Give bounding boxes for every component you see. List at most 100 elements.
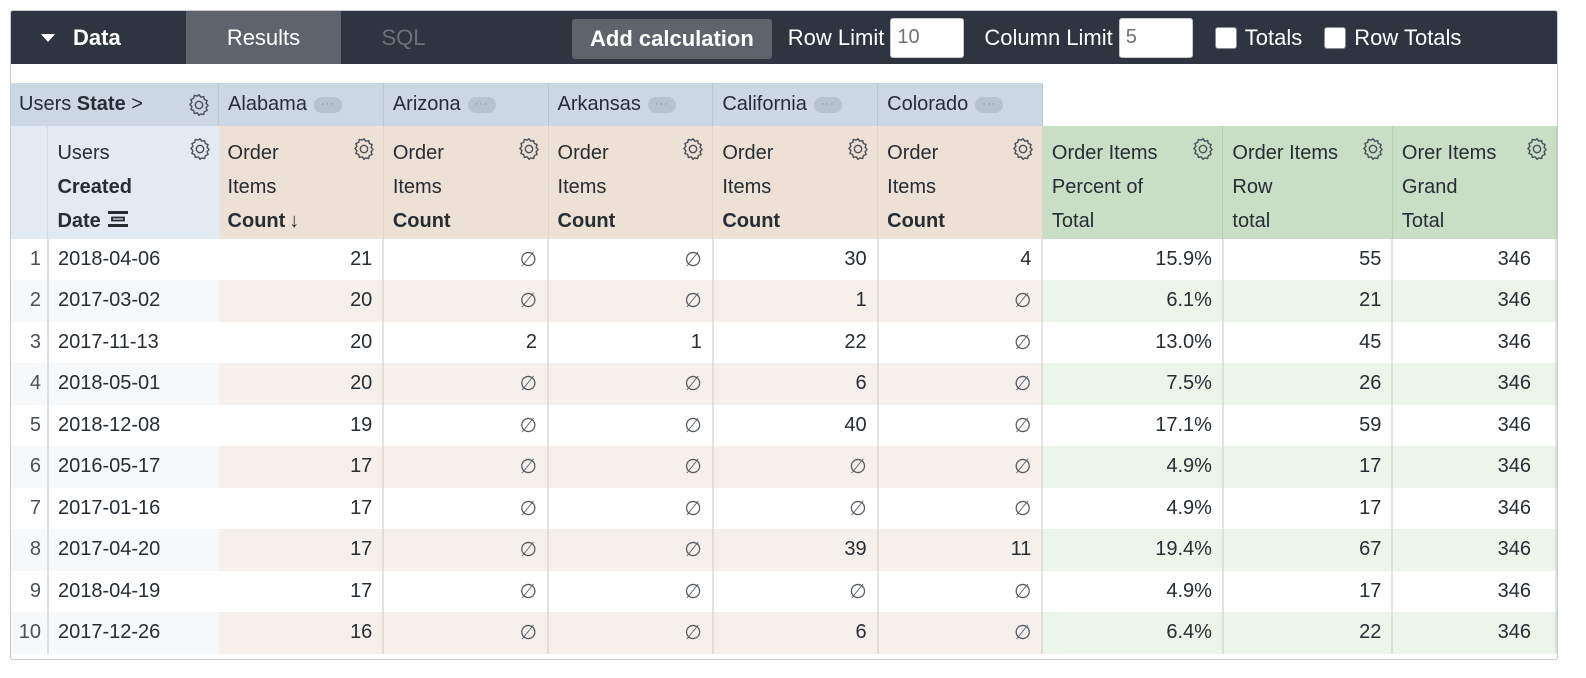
row-total-cell[interactable]: 17 (1222, 570, 1394, 613)
gear-icon[interactable] (1010, 136, 1036, 162)
created-date-cell[interactable]: 2018-12-08 (47, 404, 219, 447)
totals-checkbox-box[interactable] (1214, 26, 1237, 49)
pivot-icon[interactable] (107, 205, 129, 239)
more-options-icon[interactable]: ··· (647, 96, 676, 113)
order-count-cell[interactable]: 22 (712, 321, 879, 364)
more-options-icon[interactable]: ··· (975, 96, 1004, 113)
pivot-value-arkansas[interactable]: Arkansas ··· (548, 83, 714, 126)
column-header-grand-total[interactable]: Orer Items Grand Total (1392, 126, 1557, 239)
pivot-value-colorado[interactable]: Colorado ··· (877, 83, 1043, 126)
gear-icon[interactable] (516, 136, 542, 162)
percent-of-total-cell[interactable]: 4.9% (1042, 487, 1224, 530)
order-count-cell[interactable]: 17 (218, 487, 385, 530)
null-cell[interactable]: ∅ (712, 446, 879, 488)
null-cell[interactable]: ∅ (383, 446, 550, 488)
created-date-cell[interactable]: 2017-12-26 (47, 612, 219, 654)
more-options-icon[interactable]: ··· (313, 96, 342, 113)
null-cell[interactable]: ∅ (548, 446, 714, 488)
percent-of-total-cell[interactable]: 6.1% (1042, 280, 1224, 322)
data-section-toggle[interactable]: Data (11, 11, 186, 64)
null-cell[interactable]: ∅ (877, 404, 1044, 447)
null-cell[interactable]: ∅ (383, 280, 550, 322)
pivot-value-alabama[interactable]: Alabama ··· (218, 83, 384, 126)
order-count-cell[interactable]: 17 (218, 446, 385, 488)
gear-icon[interactable] (186, 92, 212, 118)
order-count-cell[interactable]: 20 (218, 280, 385, 322)
created-date-cell[interactable]: 2016-05-17 (47, 446, 219, 488)
column-header-count-arkansas[interactable]: Order Items Count (548, 126, 714, 239)
row-total-cell[interactable]: 21 (1222, 280, 1394, 322)
order-count-cell[interactable]: 1 (548, 321, 714, 364)
null-cell[interactable]: ∅ (548, 529, 714, 571)
column-header-created-date[interactable]: Users Created Date (47, 126, 219, 239)
percent-of-total-cell[interactable]: 17.1% (1042, 404, 1224, 447)
created-date-cell[interactable]: 2018-05-01 (47, 363, 219, 405)
order-count-cell[interactable]: 2 (383, 321, 550, 364)
row-total-cell[interactable]: 55 (1222, 238, 1394, 281)
column-header-count-colorado[interactable]: Order Items Count (877, 126, 1043, 239)
null-cell[interactable]: ∅ (548, 404, 714, 447)
order-count-cell[interactable]: 17 (218, 570, 385, 613)
null-cell[interactable]: ∅ (877, 570, 1044, 613)
null-cell[interactable]: ∅ (383, 238, 550, 281)
add-calculation-button[interactable]: Add calculation (572, 18, 772, 59)
null-cell[interactable]: ∅ (548, 570, 714, 613)
column-header-row-total[interactable]: Order Items Row total (1222, 126, 1393, 239)
row-totals-checkbox-box[interactable] (1324, 26, 1347, 49)
tab-sql[interactable]: SQL (341, 11, 466, 64)
gear-icon[interactable] (351, 136, 377, 162)
created-date-cell[interactable]: 2018-04-06 (47, 238, 219, 281)
pivot-value-california[interactable]: California ··· (712, 83, 879, 126)
grand-total-cell[interactable]: 346 (1392, 612, 1557, 654)
row-total-cell[interactable]: 59 (1222, 404, 1394, 447)
created-date-cell[interactable]: 2017-04-20 (47, 529, 219, 571)
grand-total-cell[interactable]: 346 (1392, 238, 1557, 281)
more-options-icon[interactable]: ··· (467, 96, 496, 113)
percent-of-total-cell[interactable]: 19.4% (1042, 529, 1224, 571)
row-limit-input[interactable]: 10 (890, 17, 965, 58)
null-cell[interactable]: ∅ (548, 238, 714, 281)
created-date-cell[interactable]: 2017-01-16 (47, 487, 219, 530)
grand-total-cell[interactable]: 346 (1392, 529, 1557, 571)
null-cell[interactable]: ∅ (383, 529, 550, 571)
grand-total-cell[interactable]: 346 (1392, 487, 1557, 530)
order-count-cell[interactable]: 30 (712, 238, 879, 281)
sort-descending-icon[interactable]: ↓ (289, 210, 299, 232)
null-cell[interactable]: ∅ (877, 612, 1044, 654)
null-cell[interactable]: ∅ (712, 570, 879, 613)
null-cell[interactable]: ∅ (383, 570, 550, 613)
null-cell[interactable]: ∅ (383, 363, 550, 405)
row-total-cell[interactable]: 17 (1222, 446, 1394, 488)
order-count-cell[interactable]: 11 (877, 529, 1044, 571)
grand-total-cell[interactable]: 346 (1392, 404, 1557, 447)
order-count-cell[interactable]: 4 (877, 238, 1044, 281)
null-cell[interactable]: ∅ (548, 487, 714, 530)
created-date-cell[interactable]: 2017-11-13 (47, 321, 219, 364)
null-cell[interactable]: ∅ (877, 321, 1044, 364)
column-header-count-alabama[interactable]: Order Items Count ↓ (218, 126, 384, 239)
row-total-cell[interactable]: 17 (1222, 487, 1394, 530)
column-header-count-california[interactable]: Order Items Count (712, 126, 879, 239)
null-cell[interactable]: ∅ (383, 404, 550, 447)
order-count-cell[interactable]: 19 (218, 404, 385, 447)
null-cell[interactable]: ∅ (548, 280, 714, 322)
gear-icon[interactable] (187, 136, 213, 162)
grand-total-cell[interactable]: 346 (1392, 363, 1557, 405)
pivot-value-arizona[interactable]: Arizona ··· (383, 83, 549, 126)
null-cell[interactable]: ∅ (877, 487, 1044, 530)
gear-icon[interactable] (1524, 136, 1550, 162)
null-cell[interactable]: ∅ (548, 612, 714, 654)
gear-icon[interactable] (1360, 136, 1386, 162)
null-cell[interactable]: ∅ (877, 280, 1044, 322)
created-date-cell[interactable]: 2018-04-19 (47, 570, 219, 613)
gear-icon[interactable] (1190, 136, 1216, 162)
order-count-cell[interactable]: 6 (712, 612, 879, 654)
percent-of-total-cell[interactable]: 13.0% (1042, 321, 1224, 364)
percent-of-total-cell[interactable]: 4.9% (1042, 570, 1224, 613)
row-total-cell[interactable]: 67 (1222, 529, 1394, 571)
column-header-percent-of-total[interactable]: Order Items Percent of Total (1042, 126, 1224, 239)
column-header-count-arizona[interactable]: Order Items Count (383, 126, 549, 239)
more-options-icon[interactable]: ··· (813, 96, 842, 113)
null-cell[interactable]: ∅ (548, 363, 714, 405)
percent-of-total-cell[interactable]: 6.4% (1042, 612, 1224, 654)
